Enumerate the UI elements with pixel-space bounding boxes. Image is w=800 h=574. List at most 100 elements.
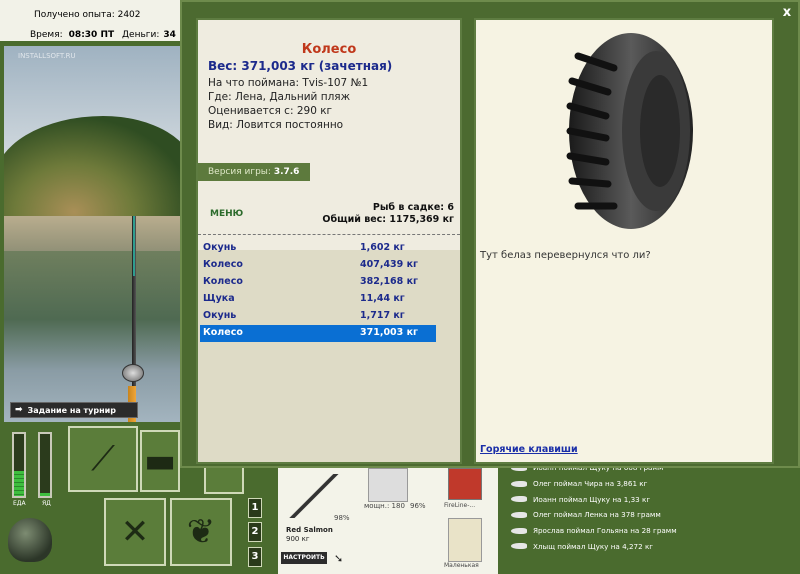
caught-on: На что поймана: Tvis-107 №1 [208,77,369,89]
catch-row[interactable]: Колесо 407,439 кг [200,257,436,274]
target-fish-name: Red Salmon [286,526,333,534]
pot-icon[interactable] [8,518,52,562]
catch-name: Щука [203,293,235,304]
rod-percent: 98% [334,514,350,522]
news-text: Ярослав поймал Гольяна на 28 грамм [533,526,677,536]
catch-list: Окунь 1,602 кг Колесо 407,439 кг Колесо 382… [200,240,436,342]
news-item: Олег поймал Ленка на 378 грамм [503,507,800,523]
news-text: Олег поймал Ленка на 378 грамм [533,510,661,520]
catch-name: Окунь [203,310,237,321]
lure-label: Маленькая [444,562,479,569]
catch-dialog: x Колесо Вес: 371,003 кг (зачетная) На ч… [180,0,800,468]
poison-label: ЯД [42,500,51,507]
catch-weight: 1,602 кг [360,242,405,253]
box-icon: ▬ [143,441,177,481]
news-text: Хлыщ поймал Щуку на 4,272 кг [533,541,654,551]
line-label: FireLine-... [444,502,476,509]
fish-icon [511,527,527,534]
menu-button[interactable]: МЕНЮ [210,209,243,219]
tournament-task-label: Задание на турнир [27,405,116,415]
reel-slot[interactable] [368,468,408,502]
time-label: Время: [30,30,63,40]
fish-weight: Вес: 371,003 кг (зачетная) [208,59,393,73]
catch-name: Колесо [203,276,243,287]
news-item: Олег поймал Чира на 3,861 кг [503,476,800,492]
rod-icon: ⟋ [91,439,115,479]
news-text: Иоанн поймал Щуку на 1,33 кг [533,494,651,504]
poison-meter [38,432,52,498]
fish-title: Колесо [301,42,357,57]
version-value: 3.7.6 [273,167,300,177]
money-value: 34 [163,30,176,40]
location: Где: Лена, Дальний пляж [208,91,351,103]
fish-kind: Вид: Ловится постоянно [208,119,344,131]
catch-weight: 371,003 кг [360,327,418,338]
catch-comment: Тут белаз перевернулся что ли? [480,250,651,261]
fish-guide-button[interactable]: ❦ [170,498,232,566]
slot-1[interactable]: 1 [248,498,262,518]
fish-icon [511,511,527,518]
price: Оценивается с: 290 кг [208,105,333,117]
news-item: Ярослав поймал Гольяна на 28 грамм [503,523,800,539]
catch-row[interactable]: Окунь 1,717 кг [200,308,436,325]
money-display: Деньги: 34 [122,30,176,40]
news-feed: Иоанн поймал Щуку на 668 грамм Олег пойм… [503,460,800,574]
keepnet-total: Общий вес: 1175,369 кг [322,214,454,225]
slot-3[interactable]: 3 [248,547,262,567]
arrow-right-icon: ➡ [15,405,23,415]
rod-tip [133,216,135,276]
catch-image-panel: Тут белаз перевернулся что ли? Горячие к… [474,18,774,464]
news-item: Хлыщ поймал Щуку на 4,272 кг [503,538,800,554]
close-icon[interactable]: x [780,6,794,20]
food-meter-fill [14,471,24,496]
water [4,251,180,422]
keepnet-summary: Рыб в садке: 6 Общий вес: 1175,369 кг [322,202,454,226]
catch-row[interactable]: Щука 11,44 кг [200,291,436,308]
food-label: ЕДА [13,500,26,507]
news-text: Олег поймал Чира на 3,861 кг [533,479,648,489]
map-button[interactable] [204,466,244,494]
fish-icon [511,543,527,550]
setup-button[interactable]: НАСТРОИТЬ [281,552,327,564]
tackle-panel: 98% Red Salmon 900 кг НАСТРОИТЬ ➘ мощн.:… [276,468,498,574]
target-fish-weight: 900 кг [286,535,310,543]
money-label: Деньги: [122,30,160,40]
fishing-scene: INSTALLSOFT.RU ➡ Задание на турнир [4,46,180,422]
lure-slot[interactable] [448,518,482,562]
reel-percent: 96% [410,502,426,510]
tournament-task-button[interactable]: ➡ Задание на турнир [10,402,138,418]
catch-weight: 382,168 кг [360,276,418,287]
time-display: Время: 08:30 ПТ [30,30,114,40]
rods-button[interactable]: ⟋ [68,426,138,492]
version-label: Версия игры: [208,167,271,177]
catch-weight: 11,44 кг [360,293,405,304]
hotkeys-link[interactable]: Горячие клавиши [480,444,578,455]
reel-power: мощн.: 180 [364,502,405,510]
tire-image [566,33,693,229]
food-meter [12,432,26,498]
catch-row[interactable]: Колесо 371,003 кг [200,325,436,342]
catch-name: Окунь [203,242,237,253]
experience-text: Получено опыта: 2402 [34,10,141,20]
fish-icon [511,496,527,503]
fish-icon: ❦ [186,512,216,552]
catch-name: Колесо [203,259,243,270]
tackle-box-button[interactable]: ▬ [140,430,180,492]
eat-button[interactable]: ✕ [104,498,166,566]
fish-icon [511,480,527,487]
fish-details: Колесо Вес: 371,003 кг (зачетная) На что… [198,20,460,250]
catch-name: Колесо [203,327,243,338]
slot-2[interactable]: 2 [248,522,262,542]
keepnet-count: Рыб в садке: 6 [372,202,454,213]
catch-weight: 1,717 кг [360,310,405,321]
shore [4,216,180,256]
line-slot[interactable] [448,468,482,500]
divider [198,234,460,235]
cutlery-icon: ✕ [120,512,150,552]
poison-meter-fill [40,492,50,496]
time-value: 08:30 ПТ [68,30,115,40]
game-version: Версия игры: 3.7.6 [198,163,310,181]
catch-row[interactable]: Окунь 1,602 кг [200,240,436,257]
watermark: INSTALLSOFT.RU [18,52,76,60]
catch-row[interactable]: Колесо 382,168 кг [200,274,436,291]
